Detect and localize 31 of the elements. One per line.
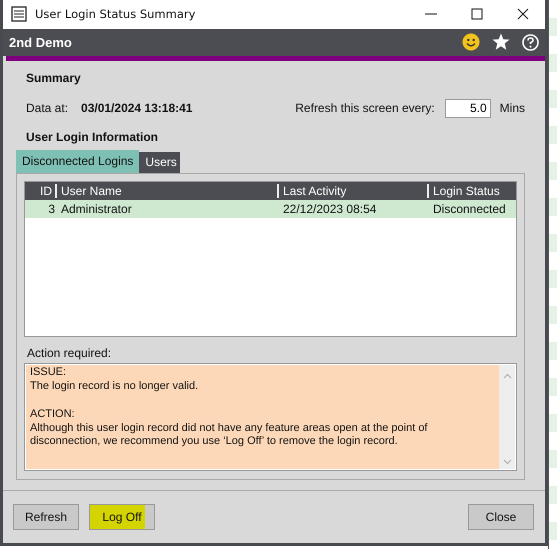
column-header[interactable]: Last Activity	[279, 184, 429, 198]
table-cell-text: 3	[47, 202, 56, 216]
section-heading: User Login Information	[26, 130, 159, 144]
help-icon[interactable]	[522, 34, 539, 51]
refresh-label: Refresh this screen every:	[295, 101, 435, 116]
action-label: Action required:	[27, 346, 112, 360]
column-header[interactable]: ID	[25, 184, 57, 198]
tab[interactable]: Disconnected Logins	[16, 150, 140, 173]
window-icon	[11, 6, 27, 22]
tab[interactable]: Users	[139, 152, 180, 173]
action-button[interactable]: Refresh	[13, 504, 79, 530]
smiley-icon[interactable]	[462, 33, 480, 52]
table-cell-text: Disconnected	[432, 202, 507, 216]
star-icon[interactable]	[492, 33, 510, 52]
column-header[interactable]: User Name	[57, 184, 279, 198]
data-at-value: 03/01/2024 13:18:41	[81, 101, 192, 116]
close-icon[interactable]	[517, 8, 529, 20]
table-cell-text: 22/12/2023 08:54	[282, 202, 378, 216]
window-title: User Login Status Summary	[35, 7, 196, 22]
table-row[interactable]: 3 Administrator 22/12/2023 08:54 Disconnected	[25, 200, 516, 218]
unit-label: Mins	[500, 101, 525, 116]
action-message-box: ISSUE: The login record is no longer valid. ACTION: Although this user login record did not have any feature areas open at the point of disconnection, we recommend you use ‘Log Off’ to remove the login record.	[26, 364, 499, 469]
action-button[interactable]: Close	[468, 504, 534, 530]
maximize-icon[interactable]	[471, 8, 483, 20]
header-title: 2nd Demo	[9, 34, 72, 50]
data-at-label: Data at:	[26, 101, 68, 116]
section-heading: Summary	[26, 70, 82, 85]
action-button[interactable]: Log Off	[89, 504, 155, 530]
refresh-interval-field[interactable]: 5.0	[444, 98, 491, 118]
table-cell-text: Administrator	[60, 202, 133, 216]
column-header[interactable]: Login Status	[429, 184, 516, 198]
